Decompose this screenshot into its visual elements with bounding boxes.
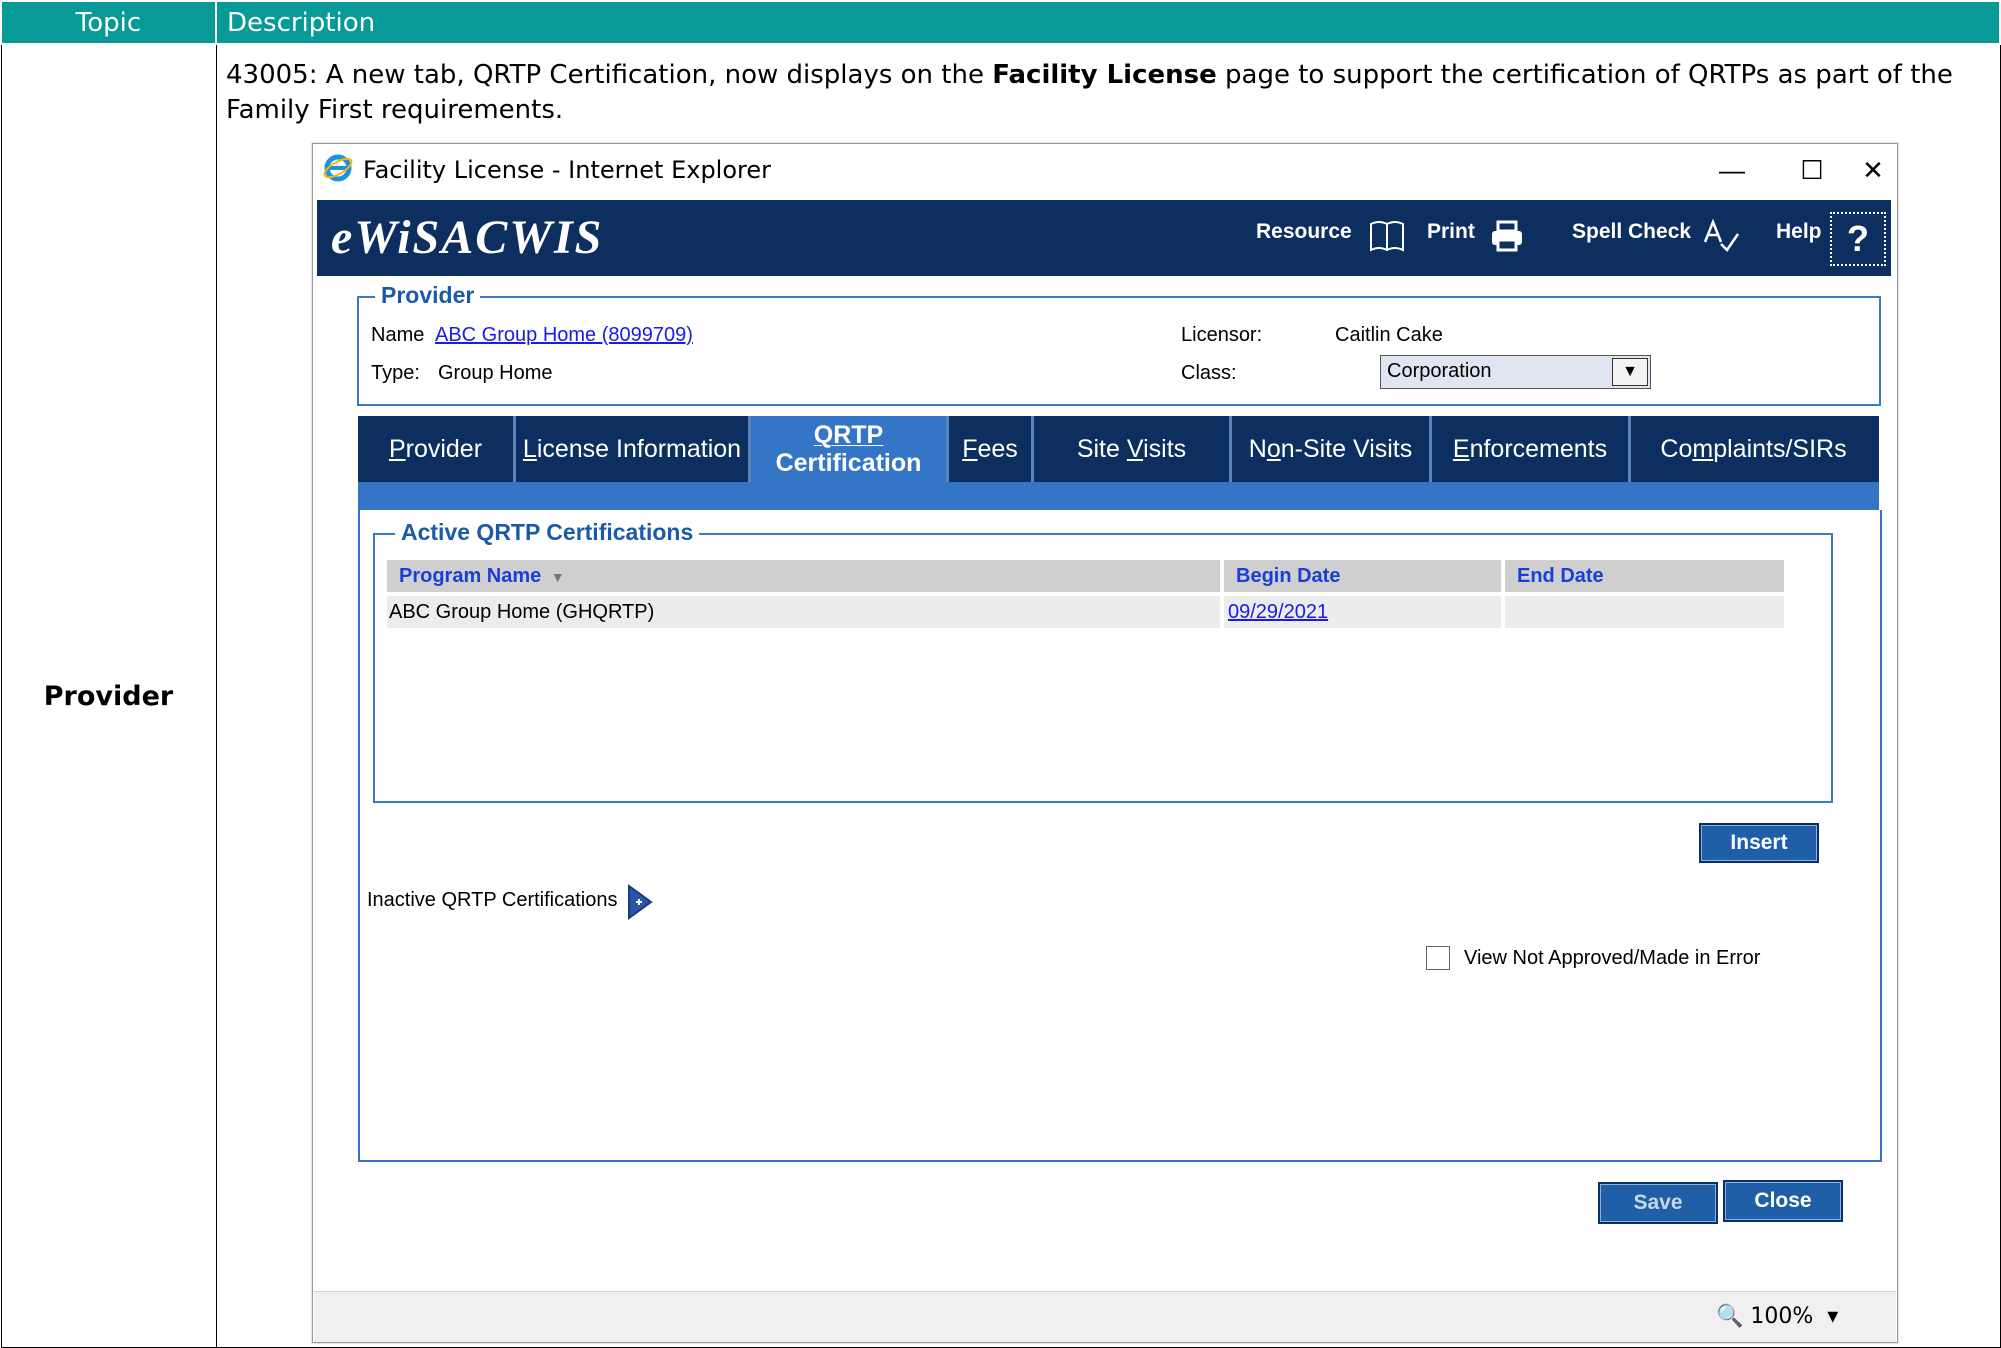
cell-begin-date: 09/29/2021 <box>1224 596 1501 628</box>
tab-site-visits[interactable]: Site Visits <box>1034 416 1232 482</box>
active-certifications-fieldset: Active QRTP Certifications Program Name … <box>373 519 1833 803</box>
status-bar: 🔍 100% ▾ <box>314 1291 1896 1342</box>
begin-date-link[interactable]: 09/29/2021 <box>1228 601 1328 623</box>
window-titlebar: Facility License - Internet Explorer — ☐… <box>313 144 1897 196</box>
tab-license-label: License Information <box>522 435 742 463</box>
tab-provider-label: Provider <box>388 435 483 463</box>
class-select[interactable]: Corporation ▼ <box>1380 355 1651 389</box>
description-header: Description <box>215 0 2001 45</box>
column-program-name-label: Program Name <box>399 565 542 587</box>
class-select-value: Corporation <box>1387 360 1492 382</box>
tab-complaints-sirs[interactable]: Complaints/SIRs <box>1631 416 1876 482</box>
inactive-certifications-label: Inactive QRTP Certifications <box>367 889 618 911</box>
chevron-down-icon[interactable]: ▼ <box>1612 358 1648 386</box>
tab-fees-label: Fees <box>962 435 1018 463</box>
topic-header: Topic <box>0 0 217 45</box>
description-text: 43005: A new tab, QRTP Certification, no… <box>226 58 1986 128</box>
close-button[interactable]: Close <box>1723 1180 1843 1222</box>
tab-qrtp-line1: QRTP <box>813 421 884 449</box>
provider-legend: Provider <box>375 282 481 309</box>
licensor-value: Caitlin Cake <box>1335 324 1443 346</box>
tab-license-information[interactable]: License Information <box>516 416 751 482</box>
sort-down-icon[interactable]: ▼ <box>551 569 565 585</box>
save-button[interactable]: Save <box>1598 1182 1718 1224</box>
resource-link[interactable]: Resource <box>1256 220 1352 244</box>
qrtp-panel: Active QRTP Certifications Program Name … <box>358 510 1882 1162</box>
zoom-value: 100% <box>1750 1304 1814 1329</box>
description-prefix: 43005: A new tab, QRTP Certification, no… <box>226 60 993 90</box>
help-icon[interactable]: ? <box>1830 212 1886 266</box>
app-logo: eWiSACWIS <box>331 211 604 264</box>
ie-window: Facility License - Internet Explorer — ☐… <box>312 143 1898 1343</box>
close-window-button[interactable]: ✕ <box>1848 152 1898 188</box>
maximize-button[interactable]: ☐ <box>1787 152 1837 188</box>
provider-name-link[interactable]: ABC Group Home (8099709) <box>435 324 693 347</box>
printer-icon[interactable] <box>1487 216 1527 256</box>
provider-fieldset: Provider Name ABC Group Home (8099709) T… <box>357 282 1881 406</box>
help-link[interactable]: Help <box>1776 220 1822 244</box>
tab-non-site-visits-label: Non-Site Visits <box>1248 435 1413 463</box>
expand-arrow-icon[interactable] <box>625 884 653 920</box>
cell-end-date <box>1505 596 1784 628</box>
book-icon[interactable] <box>1367 216 1407 256</box>
class-label: Class: <box>1181 362 1237 384</box>
print-link[interactable]: Print <box>1427 220 1475 244</box>
column-program-name[interactable]: Program Name ▼ <box>387 560 1220 592</box>
internet-explorer-icon <box>323 154 353 182</box>
spell-check-icon[interactable] <box>1701 216 1741 256</box>
description-bold: Facility License <box>992 60 1217 90</box>
zoom-level[interactable]: 🔍 100% ▾ <box>1716 1304 1838 1329</box>
app-banner: eWiSACWIS Resource Print Spell Check Hel… <box>317 200 1891 276</box>
insert-button[interactable]: Insert <box>1699 823 1819 863</box>
tab-qrtp-certification[interactable]: QRTP Certification <box>751 416 949 482</box>
column-begin-date[interactable]: Begin Date <box>1224 560 1501 592</box>
tab-site-visits-label: Site Visits <box>1076 435 1187 463</box>
tab-enforcements[interactable]: Enforcements <box>1432 416 1631 482</box>
tab-provider[interactable]: Provider <box>358 416 516 482</box>
tab-qrtp-line2: Certification <box>775 449 922 477</box>
column-end-date[interactable]: End Date <box>1505 560 1784 592</box>
minimize-button[interactable]: — <box>1707 152 1757 188</box>
licensor-label: Licensor: <box>1181 324 1263 346</box>
tab-complaints-label: Complaints/SIRs <box>1660 435 1847 463</box>
tab-bar: Provider License Information QRTP Certif… <box>358 416 1879 482</box>
tab-non-site-visits[interactable]: Non-Site Visits <box>1232 416 1432 482</box>
type-label: Type: <box>371 362 420 384</box>
name-label: Name <box>371 324 425 346</box>
spell-check-link[interactable]: Spell Check <box>1572 220 1691 244</box>
topic-cell: Provider <box>0 43 217 1348</box>
view-not-approved-checkbox[interactable] <box>1426 946 1450 970</box>
window-title: Facility License - Internet Explorer <box>363 156 771 184</box>
tab-content-strip <box>358 482 1879 510</box>
tab-fees[interactable]: Fees <box>949 416 1034 482</box>
type-value: Group Home <box>438 362 553 384</box>
cell-program-name: ABC Group Home (GHQRTP) <box>387 596 1220 628</box>
view-not-approved-label: View Not Approved/Made in Error <box>1464 947 1761 969</box>
tab-enforcements-label: Enforcements <box>1452 435 1608 463</box>
active-certifications-legend: Active QRTP Certifications <box>395 519 700 546</box>
